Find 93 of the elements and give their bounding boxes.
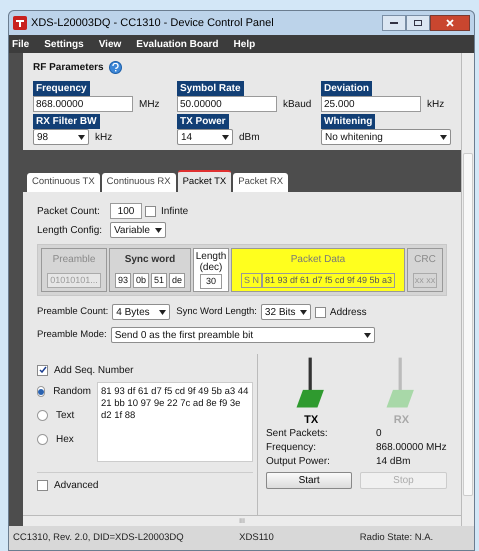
caret-icon — [364, 332, 371, 338]
dropdown[interactable]: 32 Bits — [260, 304, 311, 320]
checkbox-label: Add Seq. Number — [54, 364, 134, 378]
radio-label: Text — [56, 409, 74, 423]
section-title: RF Parameters — [33, 61, 104, 75]
stat-label: Sent Packets: — [266, 428, 329, 440]
status-text: CC1310, Rev. 2.0, DID=XDS-L20003DQ — [12, 530, 185, 545]
checkbox[interactable] — [145, 206, 156, 216]
field-label: Sync Word Length: — [176, 304, 257, 319]
sync-byte-field[interactable]: de — [169, 272, 186, 288]
checkbox-label: Address — [330, 306, 367, 320]
radio-button[interactable] — [37, 386, 46, 397]
checkbox[interactable] — [314, 306, 326, 318]
unit-label: kBaud — [283, 98, 312, 112]
stat-value: 0 — [376, 428, 382, 440]
payload-text-area[interactable]: 81 93 df 61 d7 f5 cd 9f 49 5b a3 44 21 bb 10 97 9e 22 7c ad 8e f9 3e d2 1f 88 — [97, 382, 253, 462]
dropdown[interactable]: 14 — [177, 129, 233, 145]
sync-byte-field[interactable]: 93 — [114, 272, 131, 288]
column-title: Length (dec) — [194, 251, 228, 273]
length-field[interactable]: 30 — [200, 274, 222, 289]
caret-icon — [440, 134, 447, 140]
checkbox-label: Advanced — [54, 479, 98, 493]
antenna-label: RX — [394, 414, 410, 426]
dropdown[interactable]: No whitening — [321, 129, 451, 145]
caret-icon — [159, 310, 166, 314]
packet-count-field[interactable]: 100 — [110, 203, 142, 219]
field-label: Frequency — [33, 81, 90, 96]
column-title: CRC — [414, 253, 436, 267]
field-label: RX Filter BW — [33, 114, 100, 129]
caret-icon — [78, 134, 85, 140]
caret-icon — [300, 310, 307, 314]
stat-label: Output Power: — [266, 456, 331, 468]
dropdown[interactable]: 4 Bytes — [112, 304, 170, 320]
column-title: Sync word — [124, 253, 176, 267]
menu-item[interactable]: View — [98, 36, 122, 52]
checkbox[interactable] — [37, 364, 48, 376]
column-title: Preamble — [52, 253, 96, 267]
unit-label: dBm — [239, 130, 260, 144]
field-label: Symbol Rate — [177, 81, 244, 96]
antenna-label: TX — [304, 414, 318, 426]
minimize-button[interactable] — [382, 15, 406, 31]
status-text: XDS110 — [238, 530, 275, 545]
close-icon — [446, 19, 454, 27]
dropdown[interactable]: Send 0 as the first preamble bit — [110, 327, 375, 343]
maximize-button[interactable] — [406, 15, 430, 31]
radio-label: Hex — [56, 433, 74, 447]
status-text: Radio State: N.A. — [358, 530, 434, 545]
stat-value: 14 dBm — [376, 456, 410, 468]
checkbox[interactable] — [37, 480, 48, 491]
tab[interactable]: Packet TX — [178, 170, 232, 192]
field-label: Length Config: — [37, 224, 104, 238]
checkbox-label: Infinte — [161, 204, 188, 218]
menu-item[interactable]: Settings — [44, 36, 84, 52]
packet-data-field: 81 93 df 61 d7 f5 cd 9f 49 5b a3 — [262, 272, 396, 288]
menu-item[interactable]: Evaluation Board — [136, 36, 219, 52]
field-label: TX Power — [177, 114, 229, 129]
tab[interactable]: Continuous RX — [102, 173, 176, 192]
field-label: Preamble Mode: — [37, 328, 107, 342]
sync-byte-field[interactable]: 0b — [132, 272, 149, 288]
radio-button[interactable] — [37, 434, 48, 445]
stat-label: Frequency: — [266, 442, 318, 454]
tab[interactable]: Packet RX — [233, 173, 288, 192]
vertical-scrollbar[interactable] — [461, 53, 474, 526]
text-field[interactable]: 25.000 — [321, 96, 421, 112]
radio-button[interactable] — [37, 410, 48, 421]
unit-label: MHz — [139, 98, 160, 112]
unit-label: kHz — [427, 98, 444, 112]
menu-item[interactable]: File — [12, 36, 30, 52]
crc-field: xx xx — [412, 272, 438, 288]
tab[interactable]: Continuous TX — [27, 173, 100, 192]
field-label: Whitening — [321, 114, 376, 129]
caret-icon — [155, 228, 162, 232]
window-title: XDS-L20003DQ - CC1310 - Device Control Panel — [31, 16, 274, 31]
field-label: Deviation — [321, 81, 372, 96]
field-label: Packet Count: — [37, 204, 101, 218]
action-button[interactable]: Start — [266, 472, 352, 489]
app-logo-icon — [13, 16, 27, 30]
seq-number-field: S N — [240, 272, 262, 288]
text-field[interactable]: 868.00000 — [33, 96, 133, 112]
menu-item[interactable]: Help — [234, 36, 256, 52]
caret-icon — [222, 134, 229, 140]
column-title: Packet Data — [290, 253, 346, 267]
close-button[interactable] — [430, 15, 470, 31]
dropdown[interactable]: 98 — [33, 129, 89, 145]
stat-value: 868.00000 MHz — [376, 442, 447, 454]
dropdown[interactable]: Variable — [110, 222, 166, 238]
preamble-field: 01010101... — [47, 272, 101, 288]
sync-byte-field[interactable]: 51 — [151, 272, 168, 288]
radio-label: Random — [53, 385, 91, 399]
field-label: Preamble Count: — [37, 304, 108, 319]
help-icon[interactable] — [108, 61, 122, 74]
text-field[interactable]: 50.00000 — [177, 96, 277, 112]
unit-label: kHz — [95, 130, 112, 144]
